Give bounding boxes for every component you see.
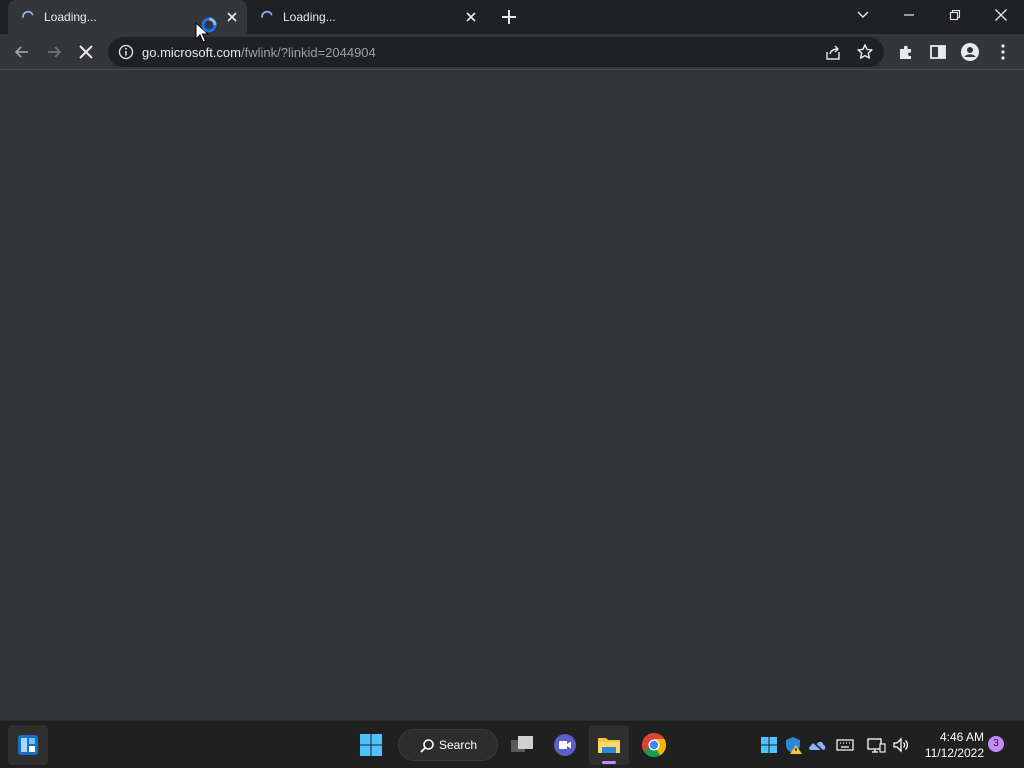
windows-start-icon: [360, 734, 382, 756]
widgets-icon: [18, 735, 38, 755]
browser-toolbar: go.microsoft.com/fwlink/?linkid=2044904: [0, 34, 1024, 70]
clock-date: 11/12/2022: [924, 746, 984, 760]
tab-strip: Loading... Loading...: [0, 0, 1024, 34]
clock-time: 4:46 AM: [939, 730, 984, 744]
task-view-button[interactable]: [502, 725, 542, 765]
file-explorer-button[interactable]: [589, 725, 629, 765]
loading-spinner-icon: [261, 10, 273, 18]
close-icon: [995, 9, 1007, 21]
widgets-button[interactable]: [8, 725, 48, 765]
keyboard-icon[interactable]: [835, 735, 855, 755]
info-icon[interactable]: [118, 44, 134, 60]
network-icon[interactable]: [866, 735, 886, 755]
url-text[interactable]: go.microsoft.com/fwlink/?linkid=2044904: [142, 45, 376, 60]
share-icon[interactable]: [824, 44, 842, 62]
chrome-button[interactable]: [634, 725, 674, 765]
forward-arrow-icon[interactable]: [44, 42, 64, 62]
tab-title: Loading...: [283, 10, 336, 24]
search-label: Search: [439, 738, 478, 752]
restore-icon: [949, 9, 961, 21]
tab-search-button[interactable]: [840, 0, 886, 30]
minimize-icon: [904, 14, 914, 16]
close-window-button[interactable]: [978, 0, 1024, 30]
side-panel-icon[interactable]: [928, 42, 948, 62]
new-tab-icon[interactable]: [499, 7, 519, 27]
bookmark-star-icon[interactable]: [856, 43, 874, 61]
chrome-icon: [641, 733, 667, 758]
minimize-button[interactable]: [886, 0, 932, 30]
taskbar-search[interactable]: Search: [398, 729, 498, 761]
chevron-down-icon: [857, 11, 869, 18]
busy-spinner-icon: [201, 17, 217, 33]
windows-update-tray-icon[interactable]: [759, 735, 779, 755]
security-warning-icon[interactable]: [783, 735, 803, 755]
onedrive-icon[interactable]: [807, 735, 827, 755]
profile-avatar-icon[interactable]: [960, 42, 980, 62]
url-path: /fwlink/?linkid=2044904: [240, 45, 376, 60]
close-tab-icon[interactable]: [463, 9, 479, 25]
extensions-puzzle-icon[interactable]: [896, 42, 916, 62]
notification-badge[interactable]: 3: [988, 736, 1004, 752]
stop-loading-icon[interactable]: [76, 42, 96, 62]
start-button[interactable]: [351, 725, 391, 765]
task-view-icon: [511, 736, 533, 752]
taskbar: Search 4:46 AM 11/12/2022 3: [0, 720, 1024, 768]
folder-icon: [598, 738, 620, 753]
tab-title: Loading...: [44, 10, 97, 24]
address-bar[interactable]: go.microsoft.com/fwlink/?linkid=2044904: [108, 37, 884, 67]
teams-chat-button[interactable]: [545, 725, 585, 765]
url-host: go.microsoft.com: [142, 45, 241, 60]
back-arrow-icon[interactable]: [12, 42, 32, 62]
teams-chat-icon: [554, 734, 576, 756]
search-icon: [420, 739, 434, 753]
tab-2[interactable]: Loading...: [247, 0, 487, 34]
close-tab-icon[interactable]: [224, 9, 240, 25]
restore-button[interactable]: [932, 0, 978, 30]
volume-icon[interactable]: [891, 735, 911, 755]
page-content[interactable]: [0, 71, 1024, 720]
loading-spinner-icon: [22, 10, 34, 18]
system-clock[interactable]: 4:46 AM 11/12/2022: [918, 729, 984, 761]
active-app-indicator: [602, 761, 616, 764]
more-menu-icon[interactable]: [993, 42, 1013, 62]
